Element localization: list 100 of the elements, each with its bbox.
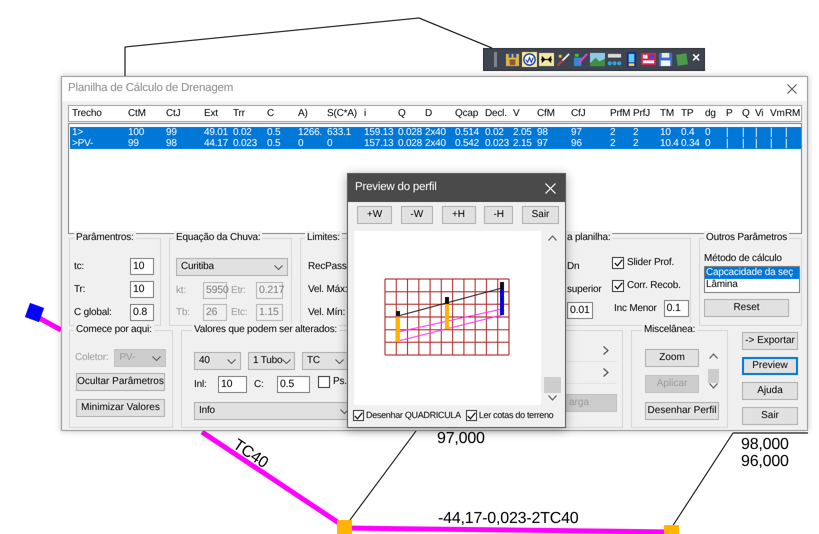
button[interactable]: Minimizar Valores — [76, 399, 165, 417]
button[interactable]: -W — [400, 206, 433, 224]
column-header[interactable]: V — [513, 108, 537, 120]
button[interactable]: +H — [442, 206, 476, 224]
button[interactable]: Desenhar Perfil — [645, 402, 719, 420]
button[interactable]: Zoom — [645, 349, 699, 367]
chevron-icon — [274, 264, 283, 270]
scroll-down-icon[interactable] — [548, 395, 557, 401]
dropdown[interactable]: TC — [302, 352, 349, 370]
dropdown[interactable]: Curitiba — [176, 258, 288, 276]
figure-icon[interactable] — [505, 52, 520, 67]
column-header[interactable]: A) — [298, 108, 327, 120]
pen-icon[interactable] — [556, 52, 571, 67]
checkbox-label: Desenhar QUADRICULA — [366, 410, 461, 421]
input-field[interactable]: 10 — [130, 281, 154, 298]
column-header[interactable]: Q — [742, 108, 755, 120]
column-header[interactable]: Vm — [770, 108, 785, 120]
landscape-icon[interactable] — [590, 52, 605, 67]
column-header[interactable]: Trr — [233, 108, 267, 120]
field-label: C global: — [74, 306, 112, 318]
column-header[interactable]: PrfM — [610, 108, 633, 120]
input-field[interactable]: 10 — [218, 376, 247, 393]
checkbox[interactable] — [353, 410, 364, 421]
button[interactable]: +W — [357, 206, 392, 224]
button[interactable]: Ocultar Parâmetros — [76, 373, 165, 391]
column-header[interactable]: RM — [785, 108, 801, 120]
button[interactable]: Preview — [742, 357, 798, 375]
column-header[interactable]: CtM — [128, 108, 166, 120]
column-header[interactable]: dg — [705, 108, 726, 120]
column-header[interactable]: C — [267, 108, 298, 120]
column-header[interactable]: P — [726, 108, 742, 120]
close-icon[interactable] — [787, 84, 797, 94]
input-field[interactable]: 0.5 — [277, 376, 310, 393]
nodes-icon[interactable] — [607, 52, 622, 67]
table-row[interactable]: >PV- 99 98 44.17 0.023 0.5 0 0 157.13 0.028 2x40 0.542 0.023 2.15 97 96 2 2 10.4 0.34 0 | | | | | — [70, 138, 801, 149]
field-label: Inc Menor — [614, 302, 657, 314]
checkbox[interactable] — [612, 280, 624, 292]
column-header[interactable]: Q — [398, 108, 425, 120]
close-button[interactable]: × — [692, 50, 700, 64]
button[interactable]: Ajuda — [742, 382, 798, 400]
table-cell-text: 97 — [571, 127, 583, 138]
scroll-thumb[interactable] — [544, 377, 561, 393]
column-header[interactable]: Vi — [755, 108, 770, 120]
scroll-thumb[interactable] — [708, 369, 719, 383]
button[interactable]: Sair — [742, 407, 798, 425]
floppy-icon[interactable] — [658, 52, 673, 67]
table-row[interactable]: 1> 100 99 49.01 0.02 0.5 1266. 633.1 159.13 0.028 2x40 0.514 0.02 2.05 98 97 2 2 10 0.4 0 | | | | | — [70, 127, 801, 138]
table-cell-text: 98 — [166, 138, 178, 149]
column-header[interactable]: D — [425, 108, 455, 120]
field-label: Vel. Máx: — [308, 284, 348, 296]
list-item[interactable]: Lâmina — [705, 279, 799, 291]
input-field[interactable]: 0.01 — [567, 302, 593, 319]
arrows-icon[interactable] — [539, 52, 554, 67]
column-header[interactable]: Qcap — [455, 108, 485, 120]
checkbox[interactable] — [318, 376, 330, 388]
window-title: Planilha de Cálculo de Drenagem — [68, 82, 234, 96]
table-cell-text: 99 — [166, 127, 178, 138]
checkbox-label: Ler cotas do terreno — [478, 410, 554, 421]
scroll-up-icon[interactable] — [548, 235, 557, 241]
phone-icon[interactable] — [624, 52, 639, 67]
elevation-label: 97,000 — [437, 430, 485, 447]
button[interactable]: Sair — [522, 206, 559, 224]
brush-icon[interactable] — [573, 52, 588, 67]
column-header[interactable]: TP — [681, 108, 705, 120]
checkbox[interactable] — [466, 410, 477, 421]
table-cell-text: 0.023 — [233, 138, 258, 149]
table-cell-text: 157.13 — [364, 138, 394, 149]
column-header[interactable]: Trecho — [72, 108, 128, 120]
field-label: Etr: — [230, 284, 247, 296]
scroll-down-icon[interactable] — [709, 383, 718, 389]
table-cell-text: | — [742, 127, 746, 138]
checkbox[interactable] — [612, 257, 624, 269]
field-label: Etc: — [230, 306, 248, 318]
column-header[interactable]: i — [364, 108, 398, 120]
table-cell-text: 1> — [72, 127, 84, 138]
button[interactable]: -H — [484, 206, 514, 224]
table-cell-text: 0.5 — [267, 138, 282, 149]
pipe-label: -44,17-0,023-2TC40 — [438, 510, 578, 527]
column-header[interactable]: S(C*A) — [327, 108, 364, 120]
column-header[interactable]: CtJ — [166, 108, 204, 120]
column-header[interactable]: Ext — [204, 108, 233, 120]
button[interactable]: -> Exportar — [742, 332, 798, 350]
column-header[interactable]: CfJ — [571, 108, 610, 120]
scroll-up-icon[interactable] — [709, 353, 718, 359]
wave-icon[interactable] — [522, 52, 537, 67]
column-header[interactable]: Decl. — [485, 108, 513, 120]
column-header[interactable]: TM — [660, 108, 681, 120]
column-header[interactable]: CfM — [537, 108, 571, 120]
palette-icon[interactable] — [641, 52, 656, 67]
table-cell-text: 0.514 — [455, 127, 480, 138]
dropdown[interactable]: 1 Tubo — [248, 352, 295, 370]
table-cell-text: | — [755, 138, 758, 149]
button[interactable]: Reset — [704, 299, 789, 317]
chevron-icon — [603, 346, 609, 355]
dropdown[interactable]: 40 — [194, 352, 241, 370]
input-field[interactable]: 0.8 — [130, 304, 154, 321]
input-field[interactable]: 0.1 — [664, 300, 689, 317]
list-item[interactable]: Capcacidade da seç — [705, 267, 799, 279]
column-header[interactable]: PrfJ — [633, 108, 660, 120]
input-field[interactable]: 10 — [130, 258, 154, 275]
